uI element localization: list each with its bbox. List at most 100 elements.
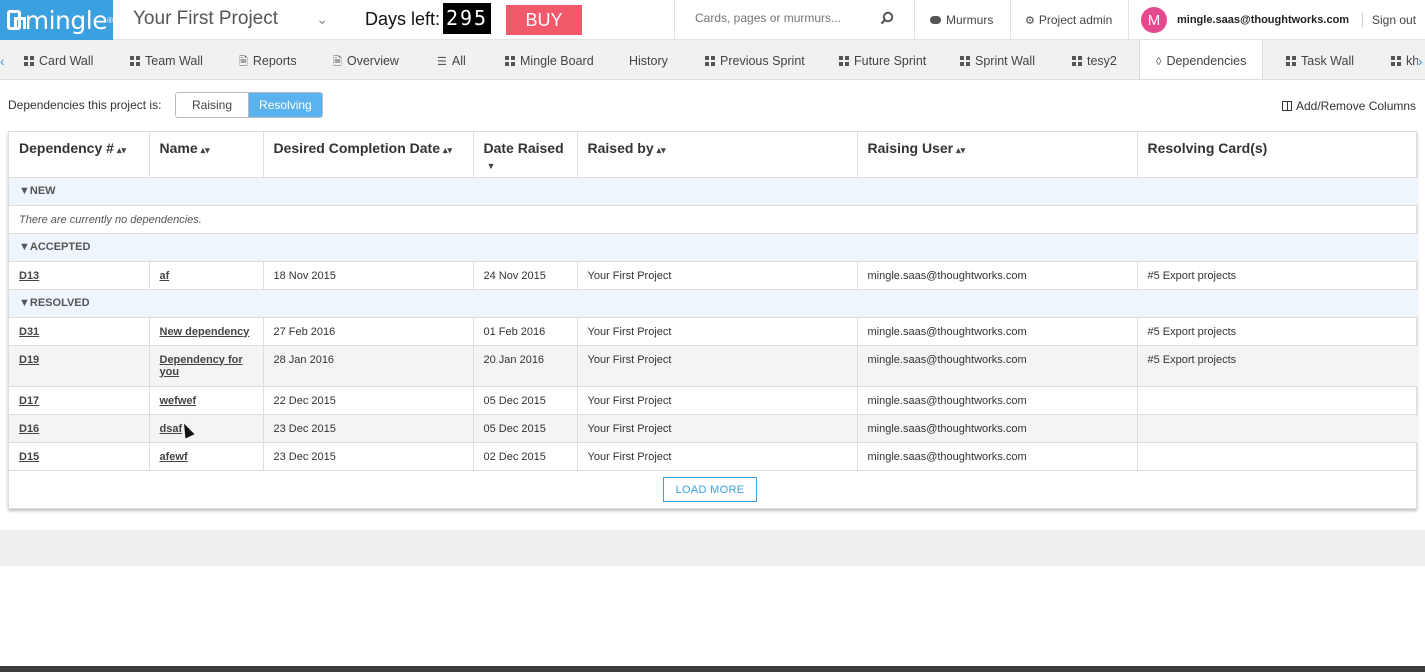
tab-label: Previous Sprint — [720, 54, 805, 68]
murmurs-link[interactable]: Murmurs — [915, 0, 1011, 40]
column-header-desired-completion-date[interactable]: Desired Completion Date ▴▾ — [263, 132, 474, 178]
table-row: D13 af 18 Nov 2015 24 Nov 2015 Your Firs… — [9, 261, 1418, 290]
sort-icon[interactable]: ▴▾ — [956, 145, 965, 155]
resolving-cards: #5 Export projects — [1137, 345, 1418, 387]
mingle-logo-icon — [7, 10, 26, 30]
column-label: Date Raised — [483, 140, 564, 156]
grid-icon — [1072, 56, 1082, 66]
dependency-number-link[interactable]: D15 — [19, 451, 39, 463]
scroll-left-icon[interactable]: ‹ — [0, 53, 5, 69]
footer-strip — [0, 530, 1425, 566]
group-header[interactable]: ▼ACCEPTED — [9, 233, 1418, 262]
column-header-raised-by[interactable]: Raised by ▴▾ — [577, 132, 858, 178]
tab-label: kh — [1406, 54, 1418, 68]
sort-icon[interactable]: ▴▾ — [657, 145, 666, 155]
tab-previous-sprint[interactable]: Previous Sprint — [705, 40, 805, 79]
tab-tesy2[interactable]: tesy2 — [1072, 40, 1117, 79]
tab-dependencies[interactable]: ◊ Dependencies — [1139, 40, 1263, 79]
tab-label: Mingle Board — [520, 54, 594, 68]
user-email: mingle.saas@thoughtworks.com — [1177, 14, 1350, 26]
raised-by: Your First Project — [577, 345, 858, 387]
tab-overview[interactable]: 🗎 Overview — [333, 40, 399, 79]
add-remove-columns-button[interactable]: Add/Remove Columns — [1282, 99, 1416, 113]
date-raised: 01 Feb 2016 — [473, 317, 578, 346]
sort-desc-icon[interactable]: ▼ — [487, 161, 496, 171]
column-header-raising-user[interactable]: Raising User ▴▾ — [857, 132, 1138, 178]
tab-team-wall[interactable]: Team Wall — [130, 40, 203, 79]
dependency-name-link[interactable]: Dependency for you — [160, 354, 243, 378]
dependency-icon: ◊ — [1156, 56, 1162, 68]
dependency-number-link[interactable]: D16 — [19, 423, 39, 435]
mingle-logo[interactable]: mingle ® — [0, 0, 113, 40]
tab-label: Overview — [346, 54, 399, 68]
group-row-accepted[interactable]: ▼ACCEPTED — [9, 233, 1418, 262]
desired-completion-date: 23 Dec 2015 — [263, 414, 474, 443]
chevron-down-icon: ⌄ — [316, 10, 328, 27]
scroll-right-icon[interactable]: › — [1418, 53, 1423, 69]
tab-reports[interactable]: 🗎 Reports — [239, 40, 297, 79]
dependency-name-link[interactable]: New dependency — [160, 326, 250, 338]
tab-sprint-wall[interactable]: Sprint Wall — [960, 40, 1035, 79]
dependencies-table: Dependency # ▴▾ Name ▴▾ Desired Completion… — [9, 132, 1418, 471]
resolving-cards: #5 Export projects — [1137, 317, 1418, 346]
tab-kh[interactable]: kh — [1391, 40, 1418, 79]
desired-completion-date: 27 Feb 2016 — [263, 317, 474, 346]
raised-by: Your First Project — [577, 386, 858, 415]
group-header[interactable]: ▼NEW — [9, 177, 1418, 206]
logo-registered-mark: ® — [107, 15, 113, 25]
dependency-name-link[interactable]: dsaf — [160, 423, 183, 435]
group-header[interactable]: ▼RESOLVED — [9, 289, 1418, 318]
tab-label: Team Wall — [145, 54, 203, 68]
dependency-name-link[interactable]: wefwef — [160, 395, 197, 407]
column-header-dependency-number[interactable]: Dependency # ▴▾ — [9, 132, 150, 178]
column-header-name[interactable]: Name ▴▾ — [149, 132, 264, 178]
load-more-button[interactable]: LOAD MORE — [663, 477, 757, 502]
tab-all[interactable]: ☰ All — [437, 40, 466, 79]
project-admin-link[interactable]: ⚙ Project admin — [1011, 0, 1129, 40]
raising-resolving-toggle: Raising Resolving — [175, 92, 323, 118]
tab-mingle-board[interactable]: Mingle Board — [505, 40, 594, 79]
sort-icon[interactable]: ▴▾ — [201, 145, 210, 155]
dependency-number-link[interactable]: D17 — [19, 395, 39, 407]
tab-task-wall[interactable]: Task Wall — [1286, 40, 1354, 79]
column-header-date-raised[interactable]: Date Raised ▼ — [473, 132, 578, 178]
tab-history[interactable]: History — [629, 40, 668, 79]
dependency-name-link[interactable]: af — [160, 270, 170, 282]
dependency-name-link[interactable]: afewf — [160, 451, 188, 463]
project-admin-label: Project admin — [1038, 13, 1113, 27]
tab-label: All — [451, 54, 466, 68]
search-input[interactable] — [695, 11, 875, 25]
group-row-new[interactable]: ▼NEW — [9, 177, 1418, 206]
sign-out-link[interactable]: Sign out — [1362, 13, 1422, 27]
column-label: Resolving Card(s) — [1147, 140, 1268, 156]
date-raised: 20 Jan 2016 — [473, 345, 578, 387]
raising-button[interactable]: Raising — [176, 93, 250, 117]
dependency-number-link[interactable]: D19 — [19, 354, 39, 366]
buy-button[interactable]: BUY — [506, 5, 582, 35]
tab-label: Card Wall — [39, 54, 94, 68]
project-selector[interactable]: Your First Project ⌄ — [133, 8, 328, 30]
group-row-resolved[interactable]: ▼RESOLVED — [9, 289, 1418, 318]
table-row: D31 New dependency 27 Feb 2016 01 Feb 20… — [9, 317, 1418, 346]
tab-label: Sprint Wall — [975, 54, 1035, 68]
dependency-number-link[interactable]: D31 — [19, 326, 39, 338]
avatar: M — [1141, 7, 1167, 33]
date-raised: 02 Dec 2015 — [473, 442, 578, 471]
table-row: D17 wefwef 22 Dec 2015 05 Dec 2015 Your … — [9, 386, 1418, 415]
dependency-number-link[interactable]: D13 — [19, 270, 39, 282]
sort-icon[interactable]: ▴▾ — [443, 145, 452, 155]
bottom-bar — [0, 666, 1425, 672]
top-bar: mingle ® Your First Project ⌄ Days left:… — [0, 0, 1425, 40]
search-box — [674, 0, 915, 40]
page-icon: 🗎 — [333, 56, 342, 68]
date-raised: 24 Nov 2015 — [473, 261, 578, 290]
logo-text: mingle — [24, 5, 108, 35]
resolving-button[interactable]: Resolving — [249, 93, 322, 117]
grid-icon — [1391, 56, 1401, 66]
search-icon[interactable] — [880, 11, 894, 25]
tab-card-wall[interactable]: Card Wall — [24, 40, 94, 79]
group-label: RESOLVED — [29, 296, 90, 309]
tab-future-sprint[interactable]: Future Sprint — [839, 40, 926, 79]
user-profile[interactable]: M mingle.saas@thoughtworks.com — [1129, 0, 1359, 40]
sort-icon[interactable]: ▴▾ — [117, 145, 126, 155]
